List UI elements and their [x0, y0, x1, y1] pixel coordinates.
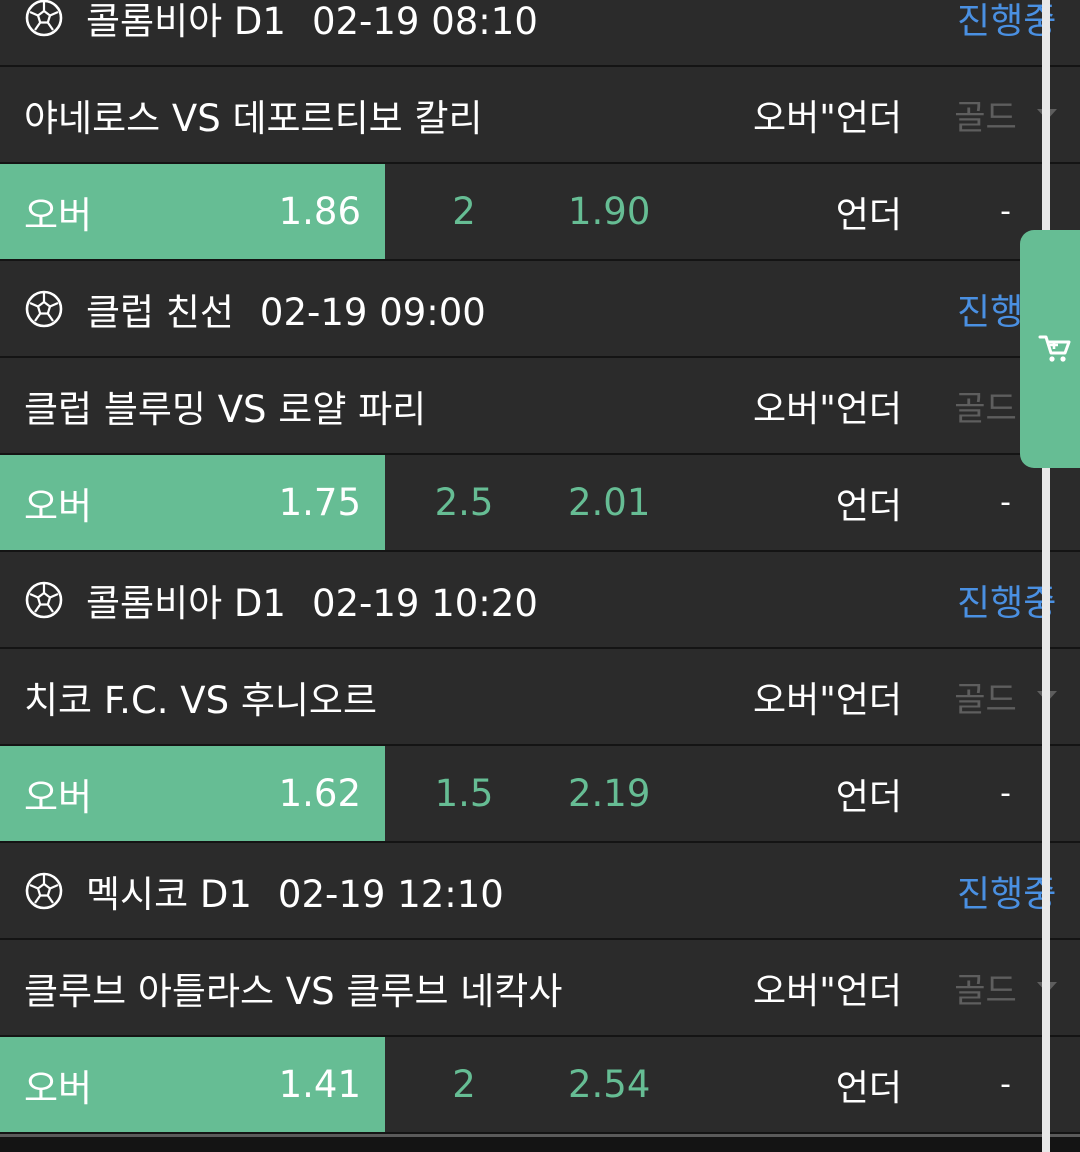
over-label: 오버 — [24, 193, 93, 237]
odds-row: 오버 1.41 2 2.54 언더 - — [0, 1037, 1080, 1132]
odds-row: 오버 1.86 2 1.90 언더 - — [0, 164, 1080, 259]
under-bet-button[interactable]: 2.01 언더 — [543, 455, 928, 550]
match-name: 클루브 아틀라스 VS 클루브 네칵사 — [24, 969, 563, 1013]
match-row: 클럽 블루밍 VS 로얄 파리 오버"언더 골드 — [0, 358, 1080, 453]
handicap-line: 1.5 — [388, 746, 540, 841]
under-odds: 2.01 — [568, 481, 651, 524]
market-label: 오버"언더 — [752, 97, 902, 139]
league-info: 콜롬비아 D1 02-19 08:10 — [0, 0, 928, 65]
league-name: 콜롬비아 D1 — [86, 581, 286, 625]
gold-select[interactable]: 골드 — [931, 67, 1080, 162]
league-title: 콜롬비아 D1 02-19 08:10 — [86, 0, 538, 45]
market-label: 오버"언더 — [752, 970, 902, 1012]
league-info: 클럽 친선 02-19 09:00 — [0, 261, 928, 356]
game-datetime: 02-19 09:00 — [259, 290, 486, 334]
under-odds: 2.19 — [568, 772, 651, 815]
league-header: 콜롬비아 D1 02-19 10:20 진행중 — [0, 552, 1080, 647]
over-bet-button[interactable]: 오버 1.62 — [0, 746, 385, 841]
over-odds: 1.62 — [278, 772, 361, 815]
handicap-line: 2 — [388, 1037, 540, 1132]
league-header: 콜롬비아 D1 02-19 08:10 진행중 — [0, 0, 1080, 65]
status-badge: 진행중 — [957, 873, 1057, 915]
match-name: 치코 F.C. VS 후니오르 — [24, 678, 378, 722]
gold-label: 골드 — [954, 98, 1017, 138]
gold-label: 골드 — [954, 389, 1017, 429]
over-label: 오버 — [24, 484, 93, 528]
soccer-ball-icon — [25, 581, 63, 618]
soccer-ball-icon — [25, 872, 63, 909]
over-label: 오버 — [24, 1066, 93, 1110]
soccer-ball-icon — [25, 0, 63, 36]
soccer-ball-icon — [25, 290, 63, 327]
league-name: 콜롬비아 D1 — [86, 0, 286, 43]
over-odds: 1.75 — [278, 481, 361, 524]
draw-placeholder: - — [931, 746, 1080, 841]
scrollbar[interactable] — [1042, 0, 1050, 1152]
market-label: 오버"언더 — [752, 679, 902, 721]
under-odds: 1.90 — [568, 190, 651, 233]
under-label: 언더 — [835, 1067, 902, 1109]
match-row: 치코 F.C. VS 후니오르 오버"언더 골드 — [0, 649, 1080, 744]
match-info: 치코 F.C. VS 후니오르 오버"언더 — [0, 649, 928, 744]
game-datetime: 02-19 10:20 — [311, 581, 538, 625]
over-odds: 1.41 — [278, 1063, 361, 1106]
handicap-line: 2.5 — [388, 455, 540, 550]
cart-tab-button[interactable] — [1020, 230, 1080, 468]
odds-row: 오버 1.62 1.5 2.19 언더 - — [0, 746, 1080, 841]
match-row: 야네로스 VS 데포르티보 칼리 오버"언더 골드 — [0, 67, 1080, 162]
gold-select[interactable]: 골드 — [931, 649, 1080, 744]
league-title: 클럽 친선 02-19 09:00 — [86, 282, 486, 336]
over-bet-button[interactable]: 오버 1.86 — [0, 164, 385, 259]
over-bet-button[interactable]: 오버 1.41 — [0, 1037, 385, 1132]
gold-label: 골드 — [954, 971, 1017, 1011]
over-bet-button[interactable]: 오버 1.75 — [0, 455, 385, 550]
odds-row: 오버 1.75 2.5 2.01 언더 - — [0, 455, 1080, 550]
match-name: 클럽 블루밍 VS 로얄 파리 — [24, 387, 427, 431]
match-info: 클럽 블루밍 VS 로얄 파리 오버"언더 — [0, 358, 928, 453]
game-datetime: 02-19 12:10 — [277, 872, 504, 916]
over-label: 오버 — [24, 775, 93, 819]
over-odds: 1.86 — [278, 190, 361, 233]
league-info: 콜롬비아 D1 02-19 10:20 — [0, 552, 928, 647]
gold-label: 골드 — [954, 680, 1017, 720]
under-label: 언더 — [835, 485, 902, 527]
status-badge: 진행중 — [957, 582, 1057, 624]
match-info: 클루브 아틀라스 VS 클루브 네칵사 오버"언더 — [0, 940, 928, 1035]
match-info: 야네로스 VS 데포르티보 칼리 오버"언더 — [0, 67, 928, 162]
under-label: 언더 — [835, 776, 902, 818]
gold-select[interactable]: 골드 — [931, 940, 1080, 1035]
cart-icon — [1038, 335, 1071, 362]
market-label: 오버"언더 — [752, 388, 902, 430]
league-info: 멕시코 D1 02-19 12:10 — [0, 843, 928, 938]
match-row: 클루브 아틀라스 VS 클루브 네칵사 오버"언더 골드 — [0, 940, 1080, 1035]
league-name: 멕시코 D1 — [86, 872, 252, 916]
status-badge: 진행중 — [957, 0, 1057, 42]
under-label: 언더 — [835, 194, 902, 236]
under-bet-button[interactable]: 2.54 언더 — [543, 1037, 928, 1132]
under-odds: 2.54 — [568, 1063, 651, 1106]
handicap-line: 2 — [388, 164, 540, 259]
draw-placeholder: - — [931, 1037, 1080, 1132]
under-bet-button[interactable]: 2.19 언더 — [543, 746, 928, 841]
league-name: 클럽 친선 — [86, 290, 234, 334]
under-bet-button[interactable]: 1.90 언더 — [543, 164, 928, 259]
league-title: 멕시코 D1 02-19 12:10 — [86, 864, 504, 918]
league-header: 클럽 친선 02-19 09:00 진행중 — [0, 261, 1080, 356]
league-header: 멕시코 D1 02-19 12:10 진행중 — [0, 843, 1080, 938]
game-datetime: 02-19 08:10 — [311, 0, 538, 43]
match-name: 야네로스 VS 데포르티보 칼리 — [24, 96, 483, 140]
game-list: 콜롬비아 D1 02-19 08:10 진행중 야네로스 VS 데포르티보 칼리 … — [0, 0, 1080, 1134]
list-bottom-divider — [0, 1134, 1080, 1137]
league-title: 콜롬비아 D1 02-19 10:20 — [86, 573, 538, 627]
draw-placeholder: - — [931, 455, 1080, 550]
